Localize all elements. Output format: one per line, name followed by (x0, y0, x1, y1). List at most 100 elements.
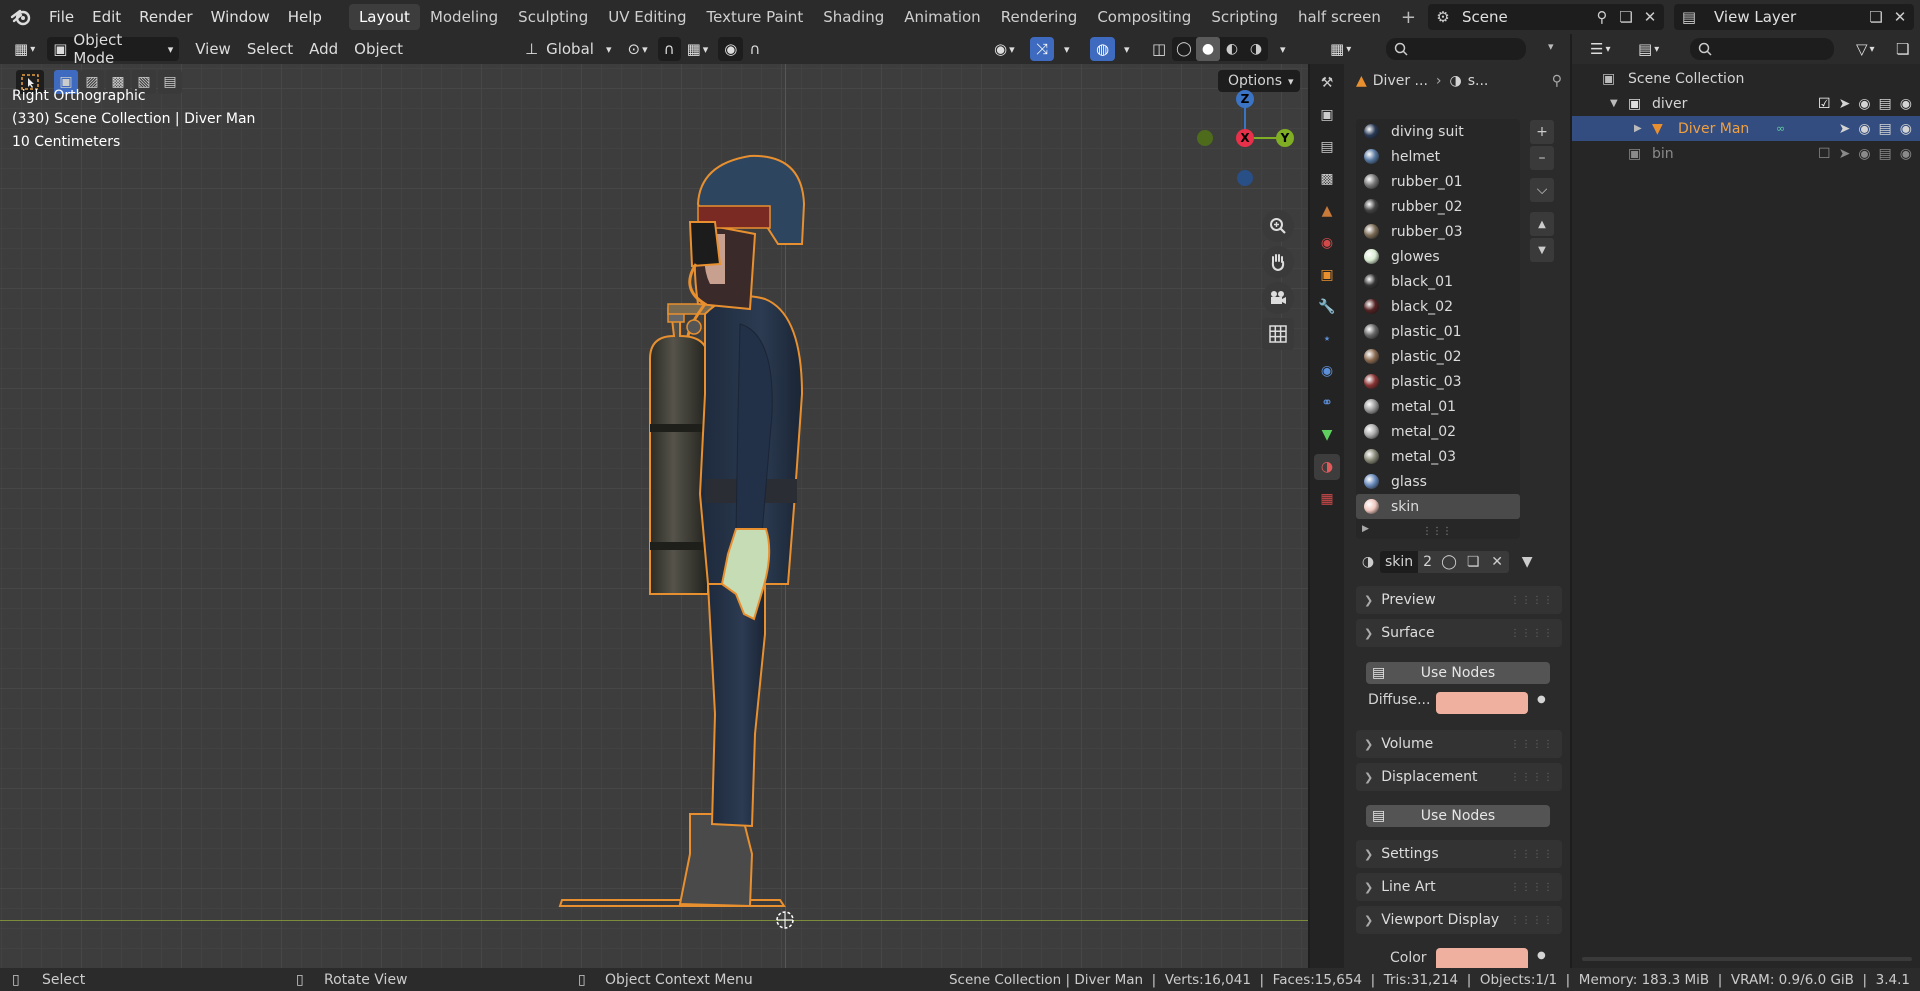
constraints-tab-icon[interactable]: ⚭ (1314, 390, 1340, 416)
expand-arrow-icon[interactable]: ▶ (1634, 123, 1642, 134)
particles-tab-icon[interactable]: ⋆ (1314, 326, 1340, 352)
material-slot[interactable]: rubber_02 (1356, 194, 1520, 219)
keyframe-dot-icon[interactable]: ● (1537, 950, 1546, 961)
link-type-icon[interactable]: ▼ (1515, 550, 1539, 574)
material-slot-list[interactable]: diving suit helmet rubber_01 rubber_02 rubbe… (1356, 119, 1520, 539)
close-icon[interactable]: ✕ (1638, 5, 1662, 29)
diffuse-color-swatch[interactable] (1436, 692, 1528, 714)
use-nodes-button-displacement[interactable]: ▤ Use Nodes (1366, 805, 1550, 827)
tab-rendering[interactable]: Rendering (991, 4, 1088, 30)
tab-sculpting[interactable]: Sculpting (508, 4, 598, 30)
slot-specials-icon[interactable]: ⌵ (1530, 178, 1554, 202)
menu-add[interactable]: Add (301, 40, 346, 58)
tab-shading[interactable]: Shading (813, 4, 894, 30)
material-slot[interactable]: skin (1356, 494, 1520, 519)
output-tab-icon[interactable]: ▤ (1314, 134, 1340, 160)
material-slot[interactable]: diving suit (1356, 119, 1520, 144)
duplicate-material-icon[interactable]: ❏ (1461, 551, 1486, 573)
add-workspace-icon[interactable]: + (1401, 7, 1416, 28)
filter-button[interactable]: ▽ ▾ (1850, 37, 1881, 61)
orientation-dropdown[interactable]: ⊥ Global ▾ (519, 37, 617, 61)
material-slot[interactable]: plastic_01 (1356, 319, 1520, 344)
exclude-checkbox-icon[interactable]: ☑ (1818, 96, 1831, 112)
render-tab-icon[interactable]: ▣ (1314, 102, 1340, 128)
panel-settings[interactable]: ❯ Settings ⋮⋮⋮⋮ (1356, 840, 1562, 868)
material-slot[interactable]: glass (1356, 469, 1520, 494)
material-tab-icon[interactable]: ◑ (1314, 454, 1340, 480)
snap-target-button[interactable]: ▦ ▾ (681, 37, 715, 61)
menu-select[interactable]: Select (239, 40, 301, 58)
view-layer-name[interactable]: View Layer (1714, 8, 1796, 26)
modifier-tab-icon[interactable]: 🔧 (1314, 294, 1340, 320)
orthographic-toggle-icon[interactable] (1262, 318, 1294, 350)
tab-layout[interactable]: Layout (348, 4, 420, 30)
panel-preview[interactable]: ❯ Preview ⋮⋮⋮⋮ (1356, 586, 1562, 614)
eye-icon[interactable]: ◉ (1858, 121, 1870, 137)
world-tab-icon[interactable]: ◉ (1314, 230, 1340, 256)
overlays-toggle[interactable]: ◍ (1090, 37, 1116, 61)
menu-edit[interactable]: Edit (83, 2, 130, 32)
material-name-field[interactable]: skin (1380, 551, 1419, 573)
material-slot[interactable]: metal_03 (1356, 444, 1520, 469)
menu-object[interactable]: Object (346, 40, 411, 58)
list-resize-grip[interactable]: ⋮⋮⋮ (1422, 526, 1452, 537)
gizmo-y-label[interactable]: Y (1276, 129, 1294, 147)
editor-type-button[interactable]: ▦ ▾ (8, 37, 41, 61)
rendered-shading-icon[interactable]: ◑ (1244, 37, 1268, 61)
outliner-row-diver[interactable]: ▼ ▣ diver ☑ ➤ ◉ ▤ ◉ (1572, 91, 1920, 116)
menu-help[interactable]: Help (279, 2, 331, 32)
camera-icon[interactable]: ◉ (1900, 96, 1912, 112)
scene-name[interactable]: Scene (1462, 8, 1508, 26)
new-view-layer-icon[interactable]: ❏ (1864, 5, 1888, 29)
move-up-icon[interactable]: ▲ (1530, 212, 1554, 236)
tab-texture-paint[interactable]: Texture Paint (696, 4, 813, 30)
drag-grip-icon[interactable]: ⋮⋮⋮⋮ (1510, 628, 1554, 639)
user-count[interactable]: 2 (1418, 551, 1438, 573)
material-slot[interactable]: black_02 (1356, 294, 1520, 319)
close-icon[interactable]: ✕ (1888, 5, 1912, 29)
material-slot[interactable]: plastic_02 (1356, 344, 1520, 369)
proportional-edit-toggle[interactable]: ◉ (718, 37, 744, 61)
monitor-icon[interactable]: ▤ (1879, 96, 1892, 112)
monitor-icon[interactable]: ▤ (1879, 146, 1892, 162)
menu-render[interactable]: Render (130, 2, 201, 32)
wireframe-shading-icon[interactable]: ◯ (1172, 37, 1196, 61)
properties-search-input[interactable] (1386, 38, 1526, 60)
pivot-point-button[interactable]: ⊙ ▾ (621, 37, 653, 61)
object-tab-icon[interactable]: ▣ (1314, 262, 1340, 288)
snap-toggle[interactable]: ∩ (657, 37, 681, 61)
pin-icon[interactable]: ⚲ (1552, 73, 1562, 89)
material-slot[interactable]: metal_02 (1356, 419, 1520, 444)
properties-editor-type-button[interactable]: ▦ ▾ (1324, 37, 1357, 61)
keyframe-dot-icon[interactable]: ● (1537, 694, 1546, 705)
eye-icon[interactable]: ◉ (1858, 96, 1870, 112)
panel-surface[interactable]: ❯ Surface ⋮⋮⋮⋮ (1356, 619, 1562, 647)
move-down-icon[interactable]: ▼ (1530, 238, 1554, 262)
eye-icon[interactable]: ◉ (1858, 146, 1870, 162)
view-layer-selector[interactable]: ▤ View Layer ❏ ✕ (1674, 4, 1914, 30)
gizmo-dropdown[interactable]: ▾ (1058, 37, 1076, 61)
list-filter-toggle-icon[interactable]: ▶ (1362, 524, 1369, 534)
drag-grip-icon[interactable]: ⋮⋮⋮⋮ (1510, 739, 1554, 750)
texture-tab-icon[interactable]: ▦ (1314, 486, 1340, 512)
diver-model[interactable] (540, 114, 860, 934)
tab-scripting[interactable]: Scripting (1201, 4, 1288, 30)
xray-toggle[interactable]: ◫ (1146, 37, 1172, 61)
physics-tab-icon[interactable]: ◉ (1314, 358, 1340, 384)
solid-shading-icon[interactable]: ● (1196, 37, 1220, 61)
tab-animation[interactable]: Animation (894, 4, 990, 30)
camera-icon[interactable]: ◉ (1900, 146, 1912, 162)
selectable-arrow-icon[interactable]: ➤ (1839, 96, 1851, 112)
tab-half-screen[interactable]: half screen (1288, 4, 1391, 30)
scene-selector[interactable]: ⚙ Scene ⚲ ❏ ✕ (1428, 4, 1664, 30)
gizmo-toggle[interactable]: ⤨ (1030, 37, 1055, 61)
viewport-color-swatch[interactable] (1436, 948, 1528, 968)
panel-volume[interactable]: ❯ Volume ⋮⋮⋮⋮ (1356, 730, 1562, 758)
chevron-down-icon[interactable]: ▾ (1548, 40, 1554, 53)
use-nodes-button[interactable]: ▤ Use Nodes (1366, 662, 1550, 684)
pin-icon[interactable]: ⚲ (1590, 5, 1614, 29)
select-intersect-icon[interactable]: ▤ (158, 70, 182, 94)
outliner-search-input[interactable] (1690, 38, 1834, 60)
blender-logo-icon[interactable] (6, 2, 36, 32)
exclude-checkbox-icon[interactable]: ☐ (1818, 146, 1831, 162)
